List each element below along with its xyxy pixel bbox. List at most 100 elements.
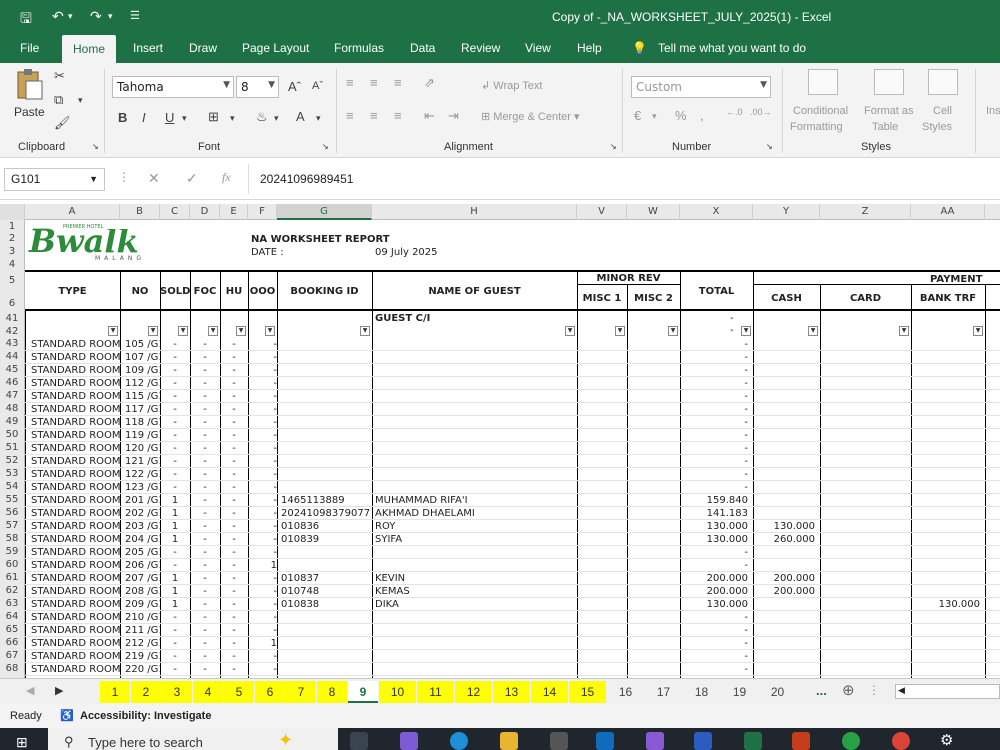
row-header[interactable]: 53 — [0, 468, 24, 479]
cell-type[interactable]: STANDARD ROOM — [31, 663, 120, 676]
customize-toolbar-icon[interactable]: ☰ — [130, 9, 140, 22]
cell-hu[interactable]: - — [220, 351, 248, 364]
row-header[interactable]: 54 — [0, 481, 24, 492]
cell-hu[interactable]: - — [220, 364, 248, 377]
cell-sold[interactable]: - — [160, 351, 190, 364]
cell-ooo[interactable]: 1 — [250, 637, 277, 650]
insert-button[interactable]: Ins — [986, 105, 1000, 117]
cell-foc[interactable]: - — [190, 338, 220, 351]
cell-hu[interactable]: - — [220, 611, 248, 624]
cell-foc[interactable]: - — [190, 559, 220, 572]
cell-ooo[interactable]: - — [250, 572, 277, 585]
name-box[interactable]: G101 ▼ — [4, 168, 105, 191]
cell-foc[interactable]: - — [190, 364, 220, 377]
cell-ooo[interactable]: - — [250, 624, 277, 637]
cell-ooo[interactable]: - — [250, 533, 277, 546]
teams-icon[interactable] — [646, 732, 664, 750]
filter-button-h[interactable]: ▼ — [565, 326, 575, 336]
cell-guest-name[interactable]: KEVIN — [375, 572, 575, 585]
tab-draw[interactable]: Draw — [189, 41, 217, 55]
fill-color-icon[interactable]: ♨ — [256, 109, 268, 125]
filter-button-c[interactable]: ▼ — [178, 326, 188, 336]
cell-cash[interactable]: 260.000 — [755, 533, 815, 546]
cell-type[interactable]: STANDARD ROOM — [31, 546, 120, 559]
cell-booking-id[interactable]: 20241098379077 — [281, 507, 371, 520]
cell-type[interactable]: STANDARD ROOM — [31, 455, 120, 468]
undo-dropdown-icon[interactable]: ▾ — [68, 11, 73, 22]
merge-center-button[interactable]: ⊞ Merge & Center ▾ — [481, 110, 580, 123]
row-header[interactable]: 4 — [0, 259, 24, 270]
tab-formulas[interactable]: Formulas — [334, 41, 384, 55]
filter-button-x[interactable]: ▼ — [741, 326, 751, 336]
cell-foc[interactable]: - — [190, 546, 220, 559]
enter-icon[interactable]: ✓ — [186, 170, 198, 187]
cell-type[interactable]: STANDARD ROOM — [31, 507, 120, 520]
row-header[interactable]: 6 — [0, 298, 24, 309]
cell-room-no[interactable]: 201 /G1 — [125, 494, 160, 507]
row-header[interactable]: 61 — [0, 572, 24, 583]
sheet-tab[interactable]: 1 — [100, 681, 130, 703]
sheet-tab[interactable]: 7 — [286, 681, 316, 703]
cell-hu[interactable]: - — [220, 533, 248, 546]
column-header-f[interactable]: F — [248, 204, 277, 220]
row-header[interactable]: 57 — [0, 520, 24, 531]
row-header[interactable]: 64 — [0, 611, 24, 622]
cell-sold[interactable]: - — [160, 390, 190, 403]
cell-room-no[interactable]: 211 /G1 — [125, 624, 160, 637]
cell-foc[interactable]: - — [190, 533, 220, 546]
cell-total[interactable]: - — [682, 611, 748, 624]
cell-foc[interactable]: - — [190, 390, 220, 403]
row-header[interactable]: 62 — [0, 585, 24, 596]
increase-font-icon[interactable]: Aˆ — [288, 79, 301, 94]
row-header[interactable]: 60 — [0, 559, 24, 570]
cell-room-no[interactable]: 112 /G1 — [125, 377, 160, 390]
align-center-icon[interactable]: ≡ — [370, 108, 378, 123]
cell-type[interactable]: STANDARD ROOM — [31, 559, 120, 572]
conditional-formatting-icon[interactable] — [808, 69, 838, 95]
filter-button-b[interactable]: ▼ — [148, 326, 158, 336]
excel-icon[interactable] — [744, 732, 762, 750]
cell-foc[interactable]: - — [190, 663, 220, 676]
underline-dropdown-icon[interactable]: ▾ — [182, 113, 187, 124]
cell-hu[interactable]: - — [220, 494, 248, 507]
cell-sold[interactable]: - — [160, 455, 190, 468]
sheet-tab[interactable]: 20 — [759, 681, 796, 703]
sheet-tab[interactable]: 18 — [683, 681, 720, 703]
cell-type[interactable]: STANDARD ROOM — [31, 650, 120, 663]
windows-start-icon[interactable]: ⊞ — [16, 734, 28, 750]
cell-booking-id[interactable]: 010839 — [281, 533, 371, 546]
cell-cash[interactable]: 200.000 — [755, 585, 815, 598]
cell-sold[interactable]: - — [160, 650, 190, 663]
sheet-tab[interactable]: 6 — [255, 681, 285, 703]
scroll-right-icon[interactable]: ▶ — [55, 684, 63, 697]
row-header[interactable]: 47 — [0, 390, 24, 401]
borders-icon[interactable]: ⊞ — [208, 109, 219, 125]
add-sheet-icon[interactable]: ⊕ — [842, 681, 855, 699]
cell-ooo[interactable]: 1 — [250, 559, 277, 572]
copilot-icon[interactable] — [400, 732, 418, 750]
cell-hu[interactable]: - — [220, 585, 248, 598]
cell-sold[interactable]: 1 — [160, 572, 190, 585]
cell-total[interactable]: - — [682, 442, 748, 455]
row-header[interactable]: 65 — [0, 624, 24, 635]
more-options-icon[interactable]: ⋮ — [118, 170, 130, 184]
redo-dropdown-icon[interactable]: ▾ — [108, 11, 113, 22]
cell-total[interactable]: - — [682, 403, 748, 416]
cell-ooo[interactable]: - — [250, 442, 277, 455]
cell-type[interactable]: STANDARD ROOM — [31, 351, 120, 364]
cell-hu[interactable]: - — [220, 650, 248, 663]
cell-total[interactable]: - — [682, 429, 748, 442]
column-header-x[interactable]: X — [680, 204, 753, 220]
cell-room-no[interactable]: 204 /G1 — [125, 533, 160, 546]
cell-sold[interactable]: 1 — [160, 494, 190, 507]
widget-icon[interactable]: ✦ — [278, 730, 293, 750]
top-align-icon[interactable]: ≡ — [346, 75, 354, 90]
cell-type[interactable]: STANDARD ROOM — [31, 637, 120, 650]
sheet-tab[interactable]: 5 — [224, 681, 254, 703]
row-header[interactable]: 44 — [0, 351, 24, 362]
cell-room-no[interactable]: 119 /G1 — [125, 429, 160, 442]
cell-type[interactable]: STANDARD ROOM — [31, 390, 120, 403]
powerpoint-icon[interactable] — [792, 732, 810, 750]
cell-type[interactable]: STANDARD ROOM — [31, 481, 120, 494]
tab-review[interactable]: Review — [461, 41, 500, 55]
